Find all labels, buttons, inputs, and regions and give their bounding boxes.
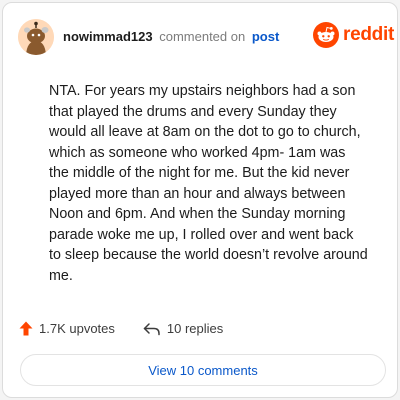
- reddit-logo-icon: [313, 22, 339, 48]
- avatar-icon: [18, 19, 54, 55]
- action-text: commented on: [159, 29, 246, 44]
- post-link[interactable]: post: [252, 29, 279, 44]
- comment-card: nowimmad123 commented on post reddit NTA…: [2, 2, 398, 398]
- comment-meta: nowimmad123 commented on post: [63, 29, 279, 44]
- upvote-arrow-icon: [19, 321, 33, 336]
- reply-arrow-icon: [143, 322, 160, 335]
- comment-body: NTA. For years my upstairs neighbors had…: [49, 83, 368, 284]
- upvote-count: 1.7K upvotes: [39, 321, 115, 336]
- view-comments-button[interactable]: View 10 comments: [20, 354, 386, 386]
- avatar[interactable]: [18, 19, 54, 55]
- reply-button[interactable]: 10 replies: [143, 321, 223, 336]
- comment-stats: 1.7K upvotes 10 replies: [19, 321, 223, 336]
- username[interactable]: nowimmad123: [63, 29, 153, 44]
- brand-wordmark: reddit: [343, 24, 394, 45]
- brand-logo[interactable]: reddit: [313, 22, 394, 48]
- upvote-button[interactable]: 1.7K upvotes: [19, 321, 115, 336]
- reply-count: 10 replies: [166, 321, 224, 336]
